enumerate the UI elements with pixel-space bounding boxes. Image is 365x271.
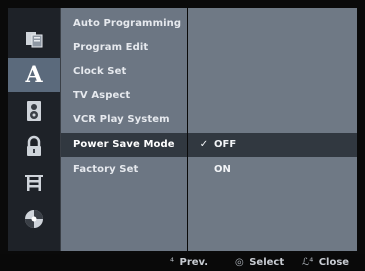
option-off-label: OFF xyxy=(214,139,237,150)
menu-item-program-edit[interactable]: Program Edit xyxy=(61,36,187,60)
prev-label: Prev. xyxy=(179,257,209,268)
setup-menu-list: Auto Programming Program Edit Clock Set … xyxy=(61,8,187,251)
language-icon-glyph: A xyxy=(25,62,43,88)
select-label: Select xyxy=(249,257,285,268)
option-on-label: ON xyxy=(214,164,231,175)
category-sidebar: A xyxy=(8,8,61,251)
footer-hints: ⁴ Prev. ◎ Select ℒ⁴ Close xyxy=(0,254,365,271)
menu-item-power-save-mode[interactable]: Power Save Mode xyxy=(61,133,187,157)
menu-item-factory-set[interactable]: Factory Set xyxy=(61,158,187,182)
option-off[interactable]: ✓ OFF xyxy=(188,133,357,157)
disc-icon[interactable] xyxy=(8,22,60,56)
option-on[interactable]: ON xyxy=(188,158,357,182)
prev-icon: ⁴ xyxy=(170,257,175,268)
audio-icon[interactable] xyxy=(8,94,60,128)
close-hint[interactable]: ℒ⁴ Close xyxy=(302,254,349,271)
others-icon[interactable] xyxy=(8,202,60,236)
close-label: Close xyxy=(318,257,350,268)
language-icon[interactable]: A xyxy=(8,58,60,92)
option-list: ✓ OFF ON xyxy=(188,8,357,251)
menu-item-auto-programming[interactable]: Auto Programming xyxy=(61,12,187,36)
menu-item-tv-aspect[interactable]: TV Aspect xyxy=(61,84,187,108)
lock-icon[interactable] xyxy=(8,130,60,164)
menu-item-vcr-play-system[interactable]: VCR Play System xyxy=(61,108,187,132)
checkmark-icon: ✓ xyxy=(199,139,209,150)
record-icon[interactable] xyxy=(8,166,60,200)
select-icon: ◎ xyxy=(235,257,244,268)
prev-hint[interactable]: ⁴ Prev. xyxy=(170,254,208,271)
setup-menu-screen: A Auto Programming Program Edit Clock Se… xyxy=(0,0,365,271)
close-icon: ℒ⁴ xyxy=(302,257,314,268)
menu-item-clock-set[interactable]: Clock Set xyxy=(61,60,187,84)
select-hint[interactable]: ◎ Select xyxy=(235,254,284,271)
